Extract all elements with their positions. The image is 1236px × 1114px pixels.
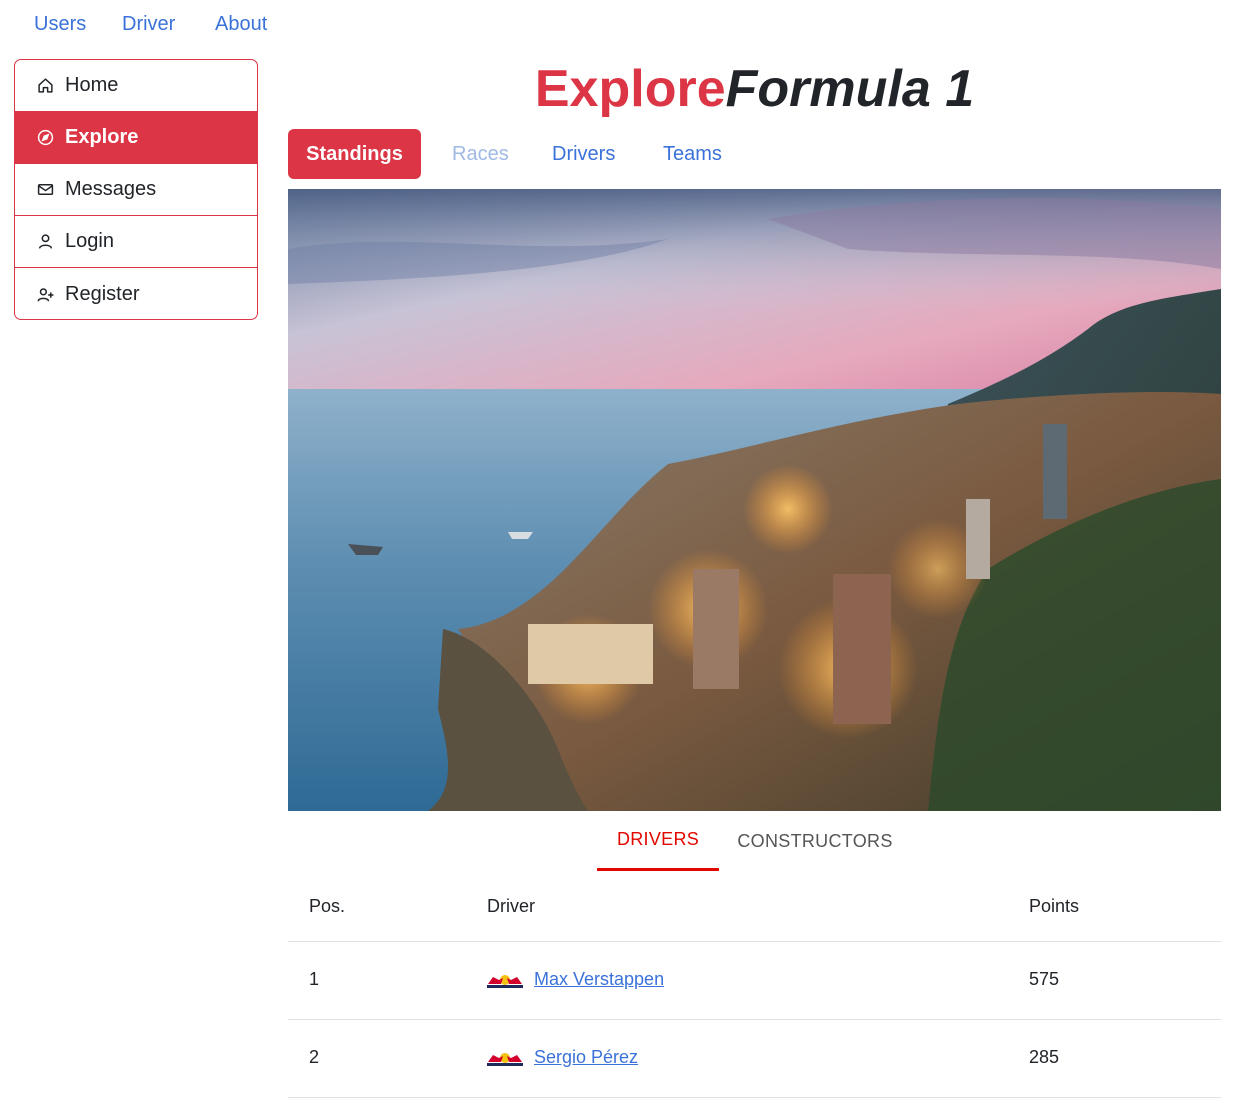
envelope-icon bbox=[35, 180, 55, 200]
nav-link-about[interactable]: About bbox=[215, 13, 267, 36]
header-points: Points bbox=[1029, 896, 1080, 916]
sidebar-item-label: Register bbox=[65, 282, 140, 305]
nav-link-users[interactable]: Users bbox=[34, 13, 86, 36]
user-plus-icon bbox=[35, 284, 55, 304]
row-points: 285 bbox=[1029, 1047, 1060, 1067]
tab-drivers-standings[interactable]: DRIVERS bbox=[597, 811, 719, 871]
table-header-row: Pos. Driver Points bbox=[288, 871, 1221, 942]
sidebar-item-label: Explore bbox=[65, 126, 139, 148]
page: Users Driver About Home Explore Messages… bbox=[0, 0, 1236, 1114]
sidebar-item-label: Login bbox=[65, 230, 114, 252]
row-pos: 1 bbox=[309, 969, 320, 989]
title-explore: Explore bbox=[534, 60, 726, 118]
sidebar-item-explore[interactable]: Explore bbox=[15, 112, 257, 164]
sidebar-item-label: Home bbox=[65, 74, 119, 96]
driver-link[interactable]: Max Verstappen bbox=[534, 969, 664, 990]
tab-drivers[interactable]: Drivers bbox=[552, 129, 615, 179]
tab-constructors-standings[interactable]: CONSTRUCTORS bbox=[729, 811, 901, 871]
red-bull-logo-icon bbox=[487, 971, 523, 989]
tab-teams[interactable]: Teams bbox=[663, 129, 722, 179]
standings-tabs: DRIVERS CONSTRUCTORS bbox=[288, 811, 1221, 871]
hero-image bbox=[288, 189, 1221, 811]
tab-races[interactable]: Races bbox=[452, 129, 509, 179]
compass-icon bbox=[35, 128, 55, 148]
nav-link-driver[interactable]: Driver bbox=[122, 13, 175, 36]
row-driver: Max Verstappen bbox=[487, 969, 664, 990]
header-driver: Driver bbox=[487, 896, 535, 916]
sidebar-item-label: Messages bbox=[65, 178, 157, 200]
user-icon bbox=[35, 232, 55, 252]
row-points: 575 bbox=[1029, 969, 1060, 989]
title-formula-1: Formula 1 bbox=[725, 60, 975, 118]
header-pos: Pos. bbox=[309, 896, 346, 916]
row-pos: 2 bbox=[309, 1047, 320, 1067]
table-row: 1 Max Verstappen 575 bbox=[288, 942, 1221, 1020]
page-title: ExploreFormula 1 bbox=[288, 58, 1221, 120]
home-icon bbox=[35, 76, 55, 96]
driver-link[interactable]: Sergio Pérez bbox=[534, 1047, 638, 1068]
sidebar-item-home[interactable]: Home bbox=[15, 60, 257, 112]
row-driver: Sergio Pérez bbox=[487, 1047, 638, 1068]
sidebar-item-register[interactable]: Register bbox=[15, 268, 257, 319]
standings-table: Pos. Driver Points 1 Max Verstappen 575 bbox=[288, 871, 1221, 1098]
sidebar: Home Explore Messages Login Register bbox=[14, 59, 258, 320]
tab-standings[interactable]: Standings bbox=[288, 129, 421, 179]
table-row: 2 Sergio Pérez 285 bbox=[288, 1020, 1221, 1098]
sidebar-item-messages[interactable]: Messages bbox=[15, 164, 257, 216]
red-bull-logo-icon bbox=[487, 1049, 523, 1067]
sidebar-item-login[interactable]: Login bbox=[15, 216, 257, 268]
